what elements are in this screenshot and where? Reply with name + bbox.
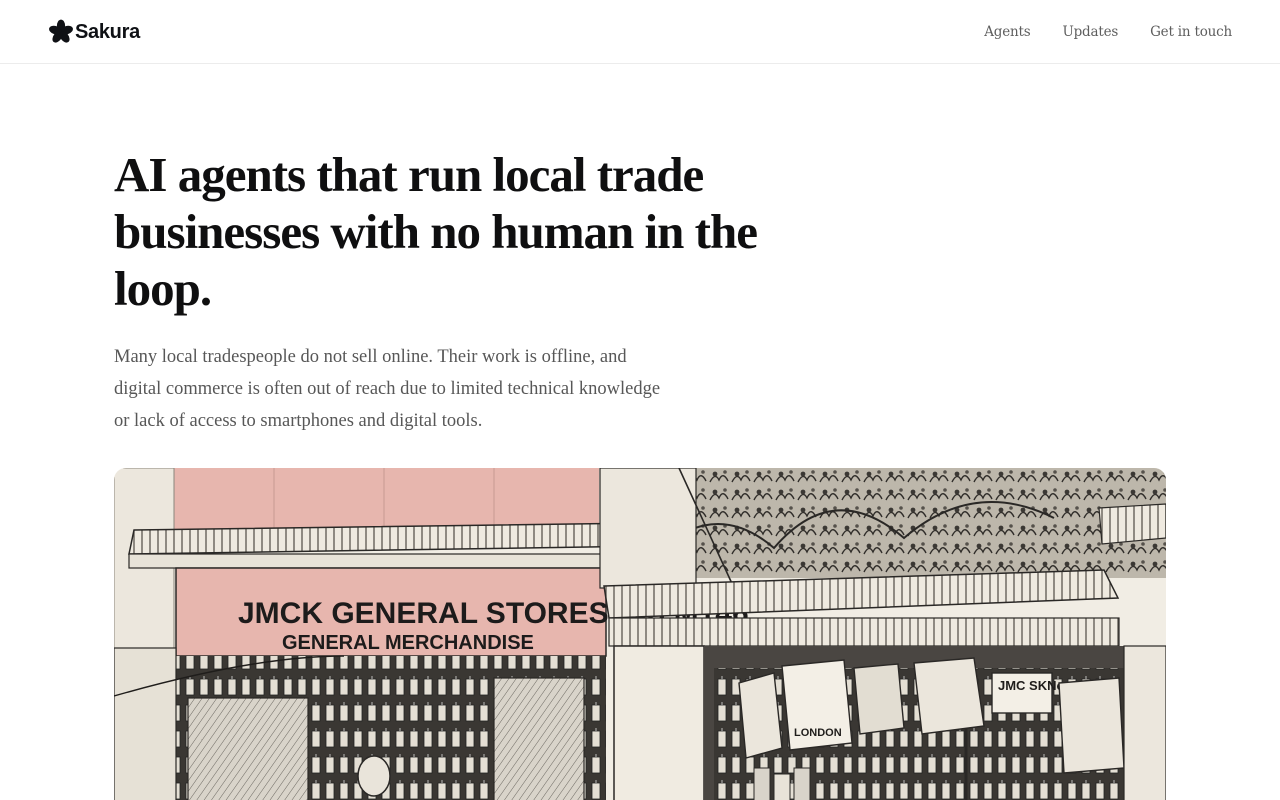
storefront-sketch: JMCK GENERAL STORES, No M146 GENERAL MER… — [114, 468, 1166, 800]
bag-label: LONDON — [794, 727, 842, 739]
nav-link-agents[interactable]: Agents — [984, 22, 1030, 42]
side-sign-text: JMC SKNo — [998, 678, 1065, 693]
nav-link-updates[interactable]: Updates — [1062, 22, 1118, 42]
store-sign-line-2: GENERAL MERCHANDISE — [282, 632, 534, 654]
brand-name: Sakura — [75, 21, 140, 43]
storefront-illustration: JMCK GENERAL STORES, No M146 GENERAL MER… — [114, 468, 1166, 800]
hero-title: AI agents that run local trade businesse… — [114, 147, 758, 316]
sakura-flower-icon — [49, 19, 73, 43]
site-header: Sakura Agents Updates Get in touch — [0, 0, 1280, 64]
brand-logo-link[interactable]: Sakura — [48, 19, 140, 45]
hero-description: Many local tradespeople do not sell onli… — [114, 347, 661, 431]
nav-link-get-in-touch[interactable]: Get in touch — [1150, 22, 1232, 42]
main-nav: Agents Updates Get in touch — [984, 22, 1232, 42]
